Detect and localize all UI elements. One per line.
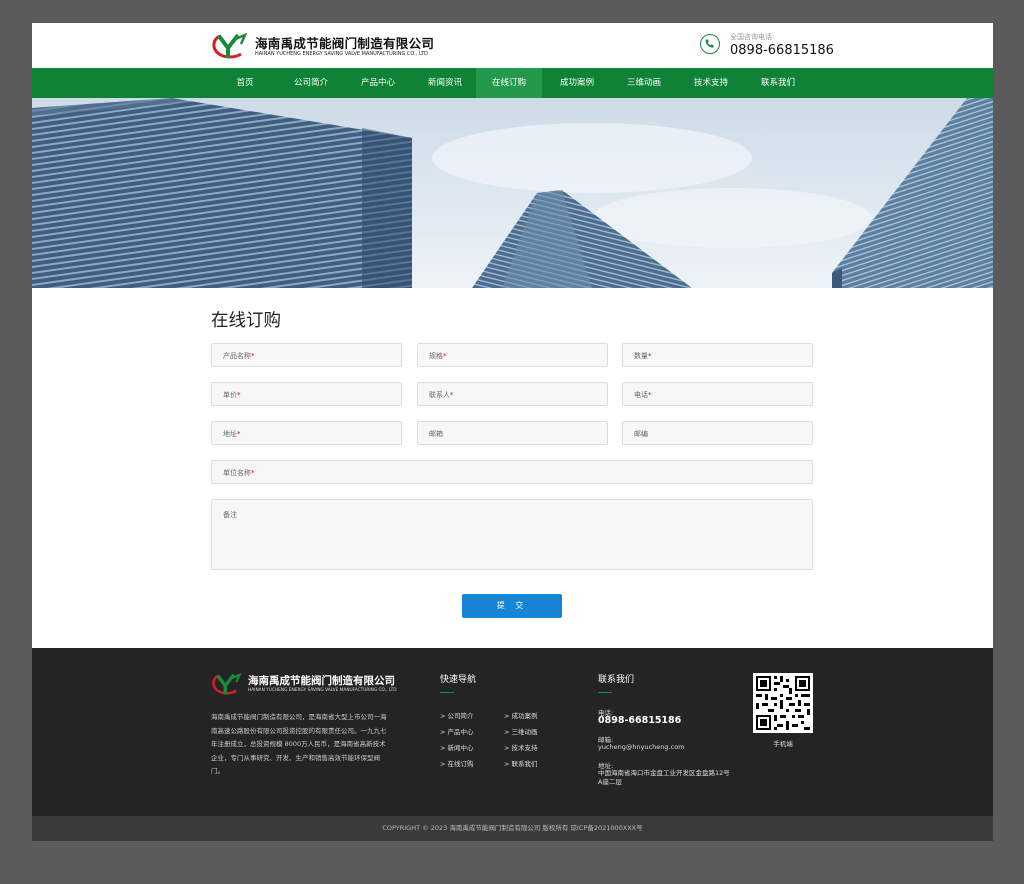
footer-link-support[interactable]: > 技术支持 — [504, 742, 538, 752]
skyscraper-illustration — [32, 98, 993, 288]
nav-item-support[interactable]: 技术支持 — [683, 68, 739, 98]
required-mark: * — [648, 391, 652, 399]
required-mark: * — [450, 391, 454, 399]
copyright-bar: COPYRIGHT © 2023 海南禹成节能阀门制造有限公司 版权所有 琼IC… — [32, 816, 993, 841]
footer-link-order[interactable]: > 在线订购 — [440, 758, 474, 768]
contact-person-label: 联系人 — [429, 391, 450, 399]
postcode-field[interactable]: 邮编 — [622, 421, 813, 445]
phone-icon — [700, 34, 720, 54]
page: 海南禹成节能阀门制造有限公司 HAINAN YUCHENG ENERGY SAV… — [32, 23, 993, 841]
main-nav: 首页 公司简介 产品中心 新闻资讯 在线订购 成功案例 三维动画 技术支持 联系… — [32, 68, 993, 98]
email-label: 邮箱 — [429, 430, 443, 438]
phone-field[interactable]: 电话* — [622, 382, 813, 406]
footer-link-cases[interactable]: > 成功案例 — [504, 710, 538, 720]
spec-label: 规格 — [429, 352, 443, 360]
spec-field[interactable]: 规格* — [417, 343, 608, 367]
submit-button[interactable]: 提 交 — [462, 594, 562, 618]
unit-price-label: 单价 — [223, 391, 237, 399]
required-mark: * — [443, 352, 447, 360]
nav-item-about[interactable]: 公司简介 — [283, 68, 339, 98]
logo-mark-icon — [212, 672, 242, 695]
footer-tel: 0898-66815186 — [598, 715, 682, 726]
email-field[interactable]: 邮箱 — [417, 421, 608, 445]
quantity-label: 数量 — [634, 352, 648, 360]
footer-link-about[interactable]: > 公司简介 — [440, 710, 474, 720]
footer-link-contact[interactable]: > 联系我们 — [504, 758, 538, 768]
nav-item-news[interactable]: 新闻资讯 — [417, 68, 473, 98]
page-title: 在线订购 — [211, 311, 281, 331]
banner-image — [32, 98, 993, 288]
divider — [598, 692, 612, 693]
qr-label: 手机端 — [773, 740, 793, 748]
required-mark: * — [648, 352, 652, 360]
qr-code-icon — [753, 673, 813, 733]
site-footer: 海南禹成节能阀门制造有限公司 HAINAN YUCHENG ENERGY SAV… — [32, 648, 993, 816]
quick-nav-title: 快速导航 — [440, 675, 477, 685]
remarks-label: 备注 — [223, 511, 237, 519]
nav-item-3d[interactable]: 三维动画 — [616, 68, 672, 98]
company-name-en: HAINAN YUCHENG ENERGY SAVING VALVE MANUF… — [255, 51, 428, 57]
footer-logo[interactable]: 海南禹成节能阀门制造有限公司 HAINAN YUCHENG ENERGY SAV… — [211, 672, 411, 700]
footer-email[interactable]: yucheng@hnyucheng.com — [598, 743, 685, 751]
nav-item-products[interactable]: 产品中心 — [350, 68, 406, 98]
required-mark: * — [251, 352, 255, 360]
company-intro: 海南禹成节能阀门制造有限公司，是海南省大型上市公司一海南高速公路股份有限公司投资… — [211, 713, 387, 775]
nav-item-order[interactable]: 在线订购 — [476, 68, 542, 98]
footer-company-cn: 海南禹成节能阀门制造有限公司 — [248, 675, 395, 687]
contact-title: 联系我们 — [598, 675, 635, 685]
footer-link-products[interactable]: > 产品中心 — [440, 726, 474, 736]
product-name-label: 产品名称 — [223, 352, 251, 360]
nav-item-contact[interactable]: 联系我们 — [750, 68, 806, 98]
hotline: 全国咨询电话: 0898-66815186 — [700, 32, 834, 62]
footer-link-news[interactable]: > 新闻中心 — [440, 742, 474, 752]
nav-item-cases[interactable]: 成功案例 — [549, 68, 605, 98]
phone-label: 电话 — [634, 391, 648, 399]
company-name-label: 单位名称 — [223, 469, 251, 477]
required-mark: * — [251, 469, 255, 477]
hotline-label: 全国咨询电话: — [730, 33, 775, 41]
contact-person-field[interactable]: 联系人* — [417, 382, 608, 406]
site-header: 海南禹成节能阀门制造有限公司 HAINAN YUCHENG ENERGY SAV… — [32, 23, 993, 68]
footer-address: 中国海南省海口市金盘工业开发区金盘路12号A座二层 — [598, 769, 730, 786]
required-mark: * — [237, 391, 241, 399]
hotline-number: 0898-66815186 — [730, 43, 834, 58]
company-name-cn: 海南禹成节能阀门制造有限公司 — [255, 36, 435, 51]
address-field[interactable]: 地址* — [211, 421, 402, 445]
company-name-field[interactable]: 单位名称* — [211, 460, 813, 484]
logo-mark-icon — [212, 32, 248, 59]
copyright-text: COPYRIGHT © 2023 海南禹成节能阀门制造有限公司 版权所有 琼IC… — [382, 824, 643, 832]
footer-company-en: HAINAN YUCHENG ENERGY SAVING VALVE MANUF… — [248, 688, 397, 693]
unit-price-field[interactable]: 单价* — [211, 382, 402, 406]
divider — [440, 692, 454, 693]
product-name-field[interactable]: 产品名称* — [211, 343, 402, 367]
quantity-field[interactable]: 数量* — [622, 343, 813, 367]
required-mark: * — [237, 430, 241, 438]
nav-item-home[interactable]: 首页 — [222, 68, 268, 98]
remarks-textarea[interactable]: 备注 — [211, 499, 813, 570]
company-logo[interactable]: 海南禹成节能阀门制造有限公司 HAINAN YUCHENG ENERGY SAV… — [211, 32, 441, 62]
footer-link-3d[interactable]: > 三维动画 — [504, 726, 538, 736]
postcode-label: 邮编 — [634, 430, 648, 438]
address-label: 地址 — [223, 430, 237, 438]
